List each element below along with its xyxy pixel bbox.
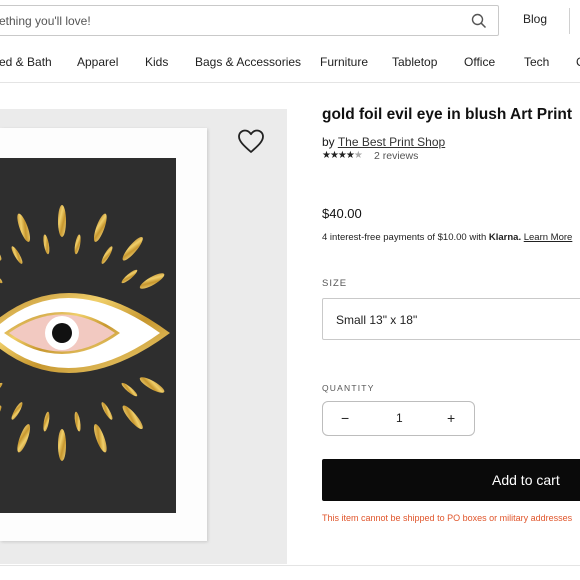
byline-prefix: by — [322, 135, 335, 149]
quantity-increase-button[interactable]: + — [447, 410, 455, 426]
nav-item-tech[interactable]: Tech — [524, 55, 549, 69]
favorite-heart-icon[interactable] — [237, 128, 265, 156]
bottom-divider — [0, 565, 580, 566]
nav-divider — [0, 82, 580, 83]
nav-item-tabletop[interactable]: Tabletop — [392, 55, 437, 69]
shop-name-link[interactable]: The Best Print Shop — [338, 135, 445, 149]
nav-item-bags-accessories[interactable]: Bags & Accessories — [195, 55, 301, 69]
quantity-label: QUANTITY — [322, 383, 375, 393]
header-divider — [569, 8, 570, 34]
size-label: SIZE — [322, 278, 348, 289]
product-price: $40.00 — [322, 206, 362, 221]
klarna-learn-more-link[interactable]: Learn More — [524, 232, 573, 243]
blog-link[interactable]: Blog — [523, 12, 547, 26]
evil-eye-illustration — [0, 158, 176, 513]
quantity-decrease-button[interactable]: − — [341, 410, 349, 426]
rating-stars[interactable]: ★★★★★ — [322, 150, 363, 161]
size-select[interactable]: Small 13" x 18" — [322, 298, 580, 340]
add-to-cart-label: Add to cart — [492, 472, 560, 488]
nav-item-furniture[interactable]: Furniture — [320, 55, 368, 69]
nav-item-office[interactable]: Office — [464, 55, 495, 69]
reviews-link[interactable]: 2 reviews — [374, 150, 418, 162]
product-artwork — [0, 158, 176, 513]
quantity-value[interactable]: 1 — [396, 411, 403, 425]
product-title: gold foil evil eye in blush Art Print — [322, 106, 573, 123]
nav-item-kids[interactable]: Kids — [145, 55, 168, 69]
nav-item-more[interactable]: C — [576, 55, 580, 69]
search-bar[interactable]: ething you'll love! — [0, 5, 499, 36]
search-input[interactable]: ething you'll love! — [0, 14, 91, 28]
stars-filled: ★★★★ — [322, 150, 355, 161]
nav-item-bed-bath[interactable]: ed & Bath — [0, 55, 52, 69]
stars-empty: ★ — [353, 150, 363, 161]
nav-item-apparel[interactable]: Apparel — [77, 55, 118, 69]
artist-byline: by The Best Print Shop — [322, 135, 445, 149]
klarna-text: 4 interest-free payments of $10.00 with — [322, 232, 487, 243]
klarna-info: 4 interest-free payments of $10.00 with … — [322, 232, 572, 243]
search-icon[interactable] — [470, 12, 488, 30]
quantity-stepper[interactable]: − 1 + — [322, 401, 475, 436]
shipping-restriction-note: This item cannot be shipped to PO boxes … — [322, 513, 573, 523]
add-to-cart-button[interactable]: Add to cart — [322, 459, 580, 501]
size-value: Small 13" x 18" — [336, 313, 418, 327]
klarna-logo: Klarna. — [488, 232, 522, 243]
